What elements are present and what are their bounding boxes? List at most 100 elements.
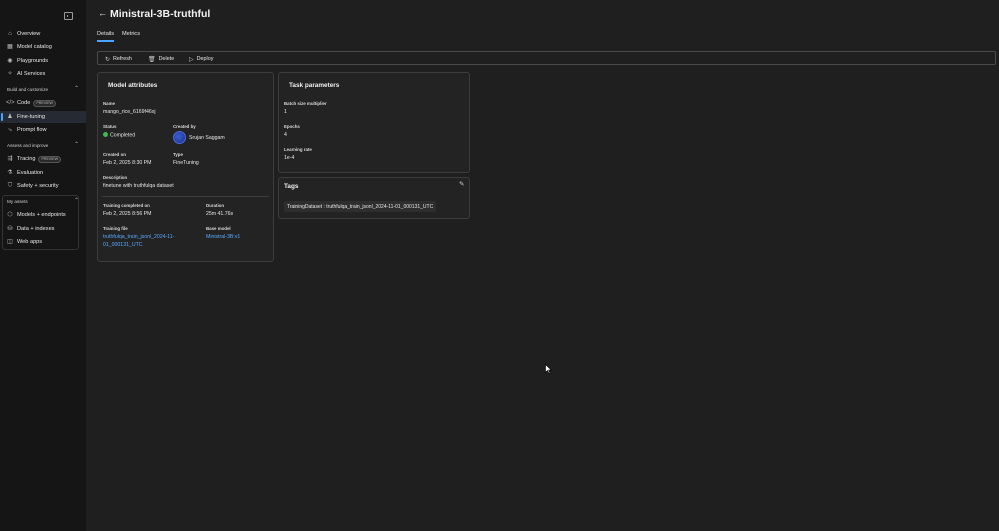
sidebar-item-evaluation[interactable]: ⚗ Evaluation — [0, 167, 86, 179]
sidebar-item-label: AI Services — [17, 71, 46, 77]
type-label: Type — [173, 152, 183, 157]
training-file-label: Training file — [103, 226, 128, 231]
sidebar-item-label: Data + indexes — [17, 226, 55, 232]
sidebar-item-data-indexes[interactable]: ⛁ Data + indexes — [0, 223, 86, 235]
section-my-assets[interactable]: My assets ⌃ — [7, 198, 79, 204]
chevron-up-icon: ⌃ — [73, 86, 79, 92]
section-label: My assets — [7, 198, 28, 204]
edit-pencil-icon[interactable]: ✎ — [459, 180, 464, 188]
batch-size-label: Batch size multiplier — [284, 101, 327, 106]
learning-rate-label: Learning rate — [284, 147, 312, 152]
training-file-link-line1[interactable]: truthfulqa_train_jsonl_2024-11- — [103, 234, 174, 240]
sidebar-item-safety-security[interactable]: ⛉ Safety + security — [0, 180, 86, 192]
sidebar-item-fine-tuning[interactable]: ♟ Fine-tuning — [0, 111, 86, 123]
sidebar-item-label: Playgrounds — [17, 58, 49, 64]
training-file-link-line2[interactable]: 01_000131_UTC — [103, 242, 143, 248]
status-value: Completed — [103, 132, 135, 139]
model-attributes-title: Model attributes — [108, 82, 158, 89]
back-arrow-icon[interactable]: ← — [98, 8, 107, 18]
sidebar-item-ai-services[interactable]: ✧ AI Services — [0, 68, 86, 80]
sidebar-item-overview[interactable]: ⌂ Overview — [0, 28, 86, 40]
section-build-and-customize[interactable]: Build and customize ⌃ — [7, 86, 79, 92]
training-completed-value: Feb 2, 2025 8:56 PM — [103, 211, 152, 217]
sidebar-item-label: Tracing — [17, 156, 36, 162]
sidebar-item-playgrounds[interactable]: ◉ Playgrounds — [0, 55, 86, 67]
tab-metrics[interactable]: Metrics — [122, 31, 140, 37]
name-label: Name — [103, 101, 115, 106]
created-by-value: Srujan Saggam — [189, 135, 225, 141]
created-on-value: Feb 2, 2025 8:30 PM — [103, 160, 152, 166]
base-model-label: Base model — [206, 226, 231, 231]
status-text: Completed — [110, 132, 136, 139]
task-parameters-title: Task parameters — [289, 82, 340, 89]
duration-value: 25m 41.76s — [206, 211, 234, 217]
evaluation-icon: ⚗ — [7, 170, 13, 176]
sidebar-item-prompt-flow[interactable]: ⤷ Prompt flow — [0, 124, 86, 136]
tag-chip: TrainingDataset : truthfulqa_train_jsonl… — [284, 201, 437, 212]
section-label: Assess and improve — [7, 142, 49, 148]
deploy-button[interactable]: ▷ Deploy — [189, 52, 213, 66]
tab-details[interactable]: Details — [97, 31, 115, 42]
home-icon: ⌂ — [8, 31, 12, 37]
refresh-label: Refresh — [113, 56, 132, 62]
sidebar-item-label: Code — [17, 100, 31, 106]
epochs-label: Epochs — [284, 124, 300, 129]
tags-title: Tags — [284, 183, 299, 190]
delete-button[interactable]: 🗑 Delete — [148, 52, 174, 66]
cursor-arrow-icon — [545, 363, 553, 374]
sidebar-item-label: Model catalog — [17, 44, 52, 50]
duration-label: Duration — [206, 203, 225, 208]
sidebar-item-web-apps[interactable]: ◫ Web apps — [0, 236, 86, 248]
sidebar-item-tracing[interactable]: ⇶ Tracing PREVIEW — [0, 153, 86, 165]
refresh-button[interactable]: ↻ Refresh — [105, 52, 132, 66]
section-label: Build and customize — [7, 86, 49, 92]
playground-icon: ◉ — [7, 58, 13, 64]
deploy-label: Deploy — [196, 56, 214, 62]
chevron-up-icon: ⌃ — [73, 198, 79, 204]
shield-icon: ⛉ — [7, 183, 13, 189]
catalog-icon: ▦ — [7, 44, 13, 50]
sidebar-item-label: Prompt flow — [17, 127, 47, 133]
fine-tuning-icon: ♟ — [7, 114, 13, 120]
sidebar-item-code[interactable]: </> Code PREVIEW — [0, 97, 86, 109]
created-by-label: Created by — [173, 124, 196, 129]
models-icon: ⬡ — [7, 212, 13, 218]
sidebar-item-label: Web apps — [17, 239, 43, 245]
collapse-sidebar-icon[interactable] — [64, 12, 73, 20]
epochs-value: 4 — [284, 132, 287, 138]
data-icon: ⛁ — [7, 226, 13, 232]
refresh-icon: ↻ — [105, 56, 111, 63]
page-title: Ministral-3B-truthful — [110, 8, 211, 20]
name-value: mango_rice_6169f46xj — [103, 109, 156, 115]
check-circle-icon — [103, 132, 108, 137]
preview-badge: PREVIEW — [38, 155, 62, 163]
sidebar-item-label: Safety + security — [17, 183, 59, 189]
preview-badge: PREVIEW — [33, 99, 56, 107]
ai-services-icon: ✧ — [7, 71, 13, 77]
delete-label: Delete — [158, 56, 175, 62]
play-icon: ▷ — [189, 56, 194, 63]
created-on-label: Created on — [103, 152, 126, 157]
description-value: finetune with truthfulqa dataset — [103, 183, 174, 189]
tracing-icon: ⇶ — [7, 156, 13, 162]
chevron-up-icon: ⌃ — [73, 142, 79, 148]
section-assess-and-improve[interactable]: Assess and improve ⌃ — [7, 142, 79, 148]
toolbar: ↻ Refresh 🗑 Delete ▷ Deploy — [97, 51, 996, 65]
divider — [102, 196, 269, 197]
tags-card — [278, 177, 470, 219]
web-apps-icon: ◫ — [7, 239, 13, 245]
base-model-link[interactable]: Ministral-3B:v1 — [206, 234, 240, 240]
type-value: FineTuning — [173, 160, 199, 166]
sidebar-item-models-endpoints[interactable]: ⬡ Models + endpoints — [0, 209, 86, 221]
sidebar-item-label: Overview — [17, 31, 41, 37]
sidebar-item-label: Fine-tuning — [17, 114, 45, 120]
status-label: Status — [103, 124, 117, 129]
batch-size-value: 1 — [284, 109, 287, 115]
trash-icon: 🗑 — [148, 56, 156, 63]
sidebar-item-label: Evaluation — [17, 170, 44, 176]
avatar[interactable] — [173, 131, 186, 144]
sidebar-item-model-catalog[interactable]: ▦ Model catalog — [0, 41, 86, 53]
learning-rate-value: 1e-4 — [284, 155, 295, 161]
code-icon: </> — [6, 100, 15, 106]
sidebar: ⌂ Overview ▦ Model catalog ◉ Playgrounds… — [0, 0, 86, 531]
